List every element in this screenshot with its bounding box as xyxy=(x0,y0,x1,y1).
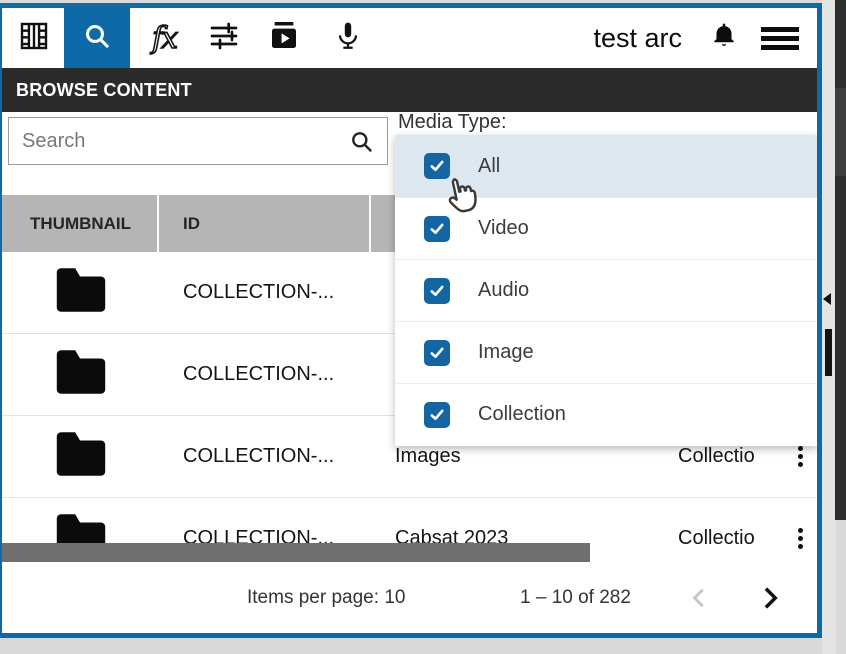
section-header: BROWSE CONTENT xyxy=(2,68,817,112)
app-window: fx xyxy=(0,3,822,638)
row-type: Collectio xyxy=(678,445,755,468)
chevron-left-icon xyxy=(687,585,713,611)
checkbox-checked-icon[interactable] xyxy=(424,402,450,428)
toolbar: fx xyxy=(2,8,817,68)
search-tool-button-selected[interactable] xyxy=(64,8,130,68)
folder-icon xyxy=(54,349,108,400)
media-type-label: Media Type: xyxy=(398,111,507,134)
microphone-icon xyxy=(332,20,364,57)
row-menu-kebab-icon[interactable] xyxy=(798,446,803,467)
folder-icon xyxy=(54,431,108,482)
column-header-thumbnail[interactable]: THUMBNAIL xyxy=(2,195,159,252)
row-id: COLLECTION-... xyxy=(159,363,373,386)
column-header-id[interactable]: ID xyxy=(159,195,371,252)
media-type-option-collection[interactable]: Collection xyxy=(395,383,817,445)
film-library-icon xyxy=(18,20,50,57)
sliders-icon xyxy=(208,20,240,57)
row-title: Images xyxy=(373,445,662,468)
desktop-edge xyxy=(835,0,846,520)
folder-icon xyxy=(54,267,108,318)
account-label[interactable]: test arc xyxy=(542,8,682,68)
effects-fx-icon: fx xyxy=(152,21,176,56)
search-icon xyxy=(81,20,113,57)
filters-button[interactable] xyxy=(200,8,248,68)
media-type-option-audio[interactable]: Audio xyxy=(395,259,817,321)
hamburger-icon xyxy=(761,27,799,50)
section-title: BROWSE CONTENT xyxy=(2,80,192,101)
microphone-button[interactable] xyxy=(324,8,372,68)
film-library-button[interactable] xyxy=(10,8,58,68)
bell-icon xyxy=(709,21,739,56)
desktop-edge-segment xyxy=(835,88,846,176)
side-panel-track xyxy=(822,0,836,654)
checkbox-checked-icon[interactable] xyxy=(424,278,450,304)
vertical-scrollbar[interactable] xyxy=(825,329,832,376)
chevron-right-icon xyxy=(756,584,784,612)
notifications-button[interactable] xyxy=(702,8,746,68)
checkbox-checked-icon[interactable] xyxy=(424,340,450,366)
row-id: COLLECTION-... xyxy=(159,281,373,304)
page-range-label: 1 – 10 of 282 xyxy=(520,587,631,609)
search-field[interactable]: Search xyxy=(8,117,388,165)
pagination-bar: Items per page: 10 1 – 10 of 282 xyxy=(2,562,817,633)
effects-button[interactable]: fx xyxy=(140,8,188,68)
search-placeholder: Search xyxy=(9,130,348,153)
menu-button[interactable] xyxy=(754,8,806,68)
media-queue-button[interactable] xyxy=(260,8,308,68)
media-queue-icon xyxy=(268,20,300,57)
row-id: COLLECTION-... xyxy=(159,445,373,468)
next-page-button[interactable] xyxy=(750,578,790,618)
items-per-page[interactable]: Items per page: 10 xyxy=(247,587,405,609)
panel-collapse-arrow-icon[interactable] xyxy=(823,293,831,305)
checkbox-checked-icon[interactable] xyxy=(424,153,450,179)
row-menu-kebab-icon[interactable] xyxy=(798,528,803,549)
previous-page-button[interactable] xyxy=(680,578,720,618)
magnifier-icon[interactable] xyxy=(348,128,375,155)
media-type-option-image[interactable]: Image xyxy=(395,321,817,383)
row-type: Collectio xyxy=(678,527,755,550)
horizontal-scrollbar[interactable] xyxy=(2,543,590,562)
